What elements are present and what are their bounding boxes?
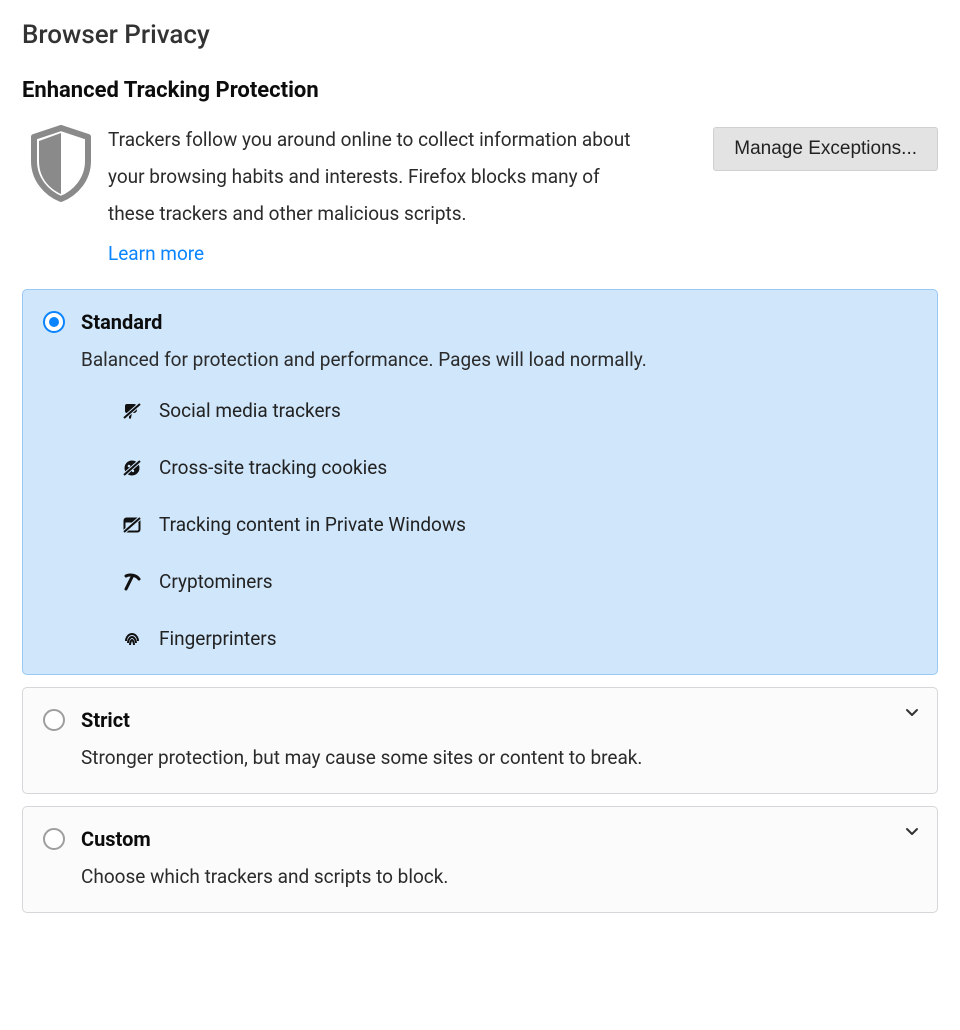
manage-exceptions-button[interactable]: Manage Exceptions... (713, 127, 938, 171)
standard-item: Tracking content in Private Windows (121, 513, 917, 536)
option-strict[interactable]: Strict Stronger protection, but may caus… (22, 687, 938, 794)
section-title: Enhanced Tracking Protection (22, 78, 938, 103)
standard-item: Cryptominers (121, 570, 917, 593)
intro-text: Trackers follow you around online to col… (108, 121, 648, 232)
standard-item-label: Cross-site tracking cookies (159, 456, 387, 479)
standard-item: Fingerprinters (121, 627, 917, 650)
page-title: Browser Privacy (22, 20, 938, 50)
standard-item-label: Social media trackers (159, 399, 341, 422)
option-custom-desc: Choose which trackers and scripts to blo… (81, 865, 917, 888)
thumbs-down-slash-icon (121, 401, 143, 421)
option-strict-desc: Stronger protection, but may cause some … (81, 746, 917, 769)
option-custom[interactable]: Custom Choose which trackers and scripts… (22, 806, 938, 913)
cookie-slash-icon (121, 458, 143, 478)
chevron-down-icon (905, 706, 919, 720)
standard-item-label: Tracking content in Private Windows (159, 513, 466, 536)
option-custom-title: Custom (81, 827, 151, 851)
standard-item-label: Cryptominers (159, 570, 273, 593)
shield-icon (28, 125, 94, 203)
standard-item: Cross-site tracking cookies (121, 456, 917, 479)
learn-more-link[interactable]: Learn more (108, 242, 204, 265)
option-standard-title: Standard (81, 310, 162, 334)
option-standard-desc: Balanced for protection and performance.… (81, 348, 917, 371)
standard-item-label: Fingerprinters (159, 627, 277, 650)
chevron-down-icon (905, 825, 919, 839)
radio-strict[interactable] (43, 709, 65, 731)
option-standard[interactable]: Standard Balanced for protection and per… (22, 289, 938, 675)
standard-item: Social media trackers (121, 399, 917, 422)
fingerprint-icon (121, 629, 143, 649)
pickaxe-icon (121, 572, 143, 592)
radio-custom[interactable] (43, 828, 65, 850)
radio-standard[interactable] (43, 311, 65, 333)
window-slash-icon (121, 515, 143, 535)
option-strict-title: Strict (81, 708, 130, 732)
